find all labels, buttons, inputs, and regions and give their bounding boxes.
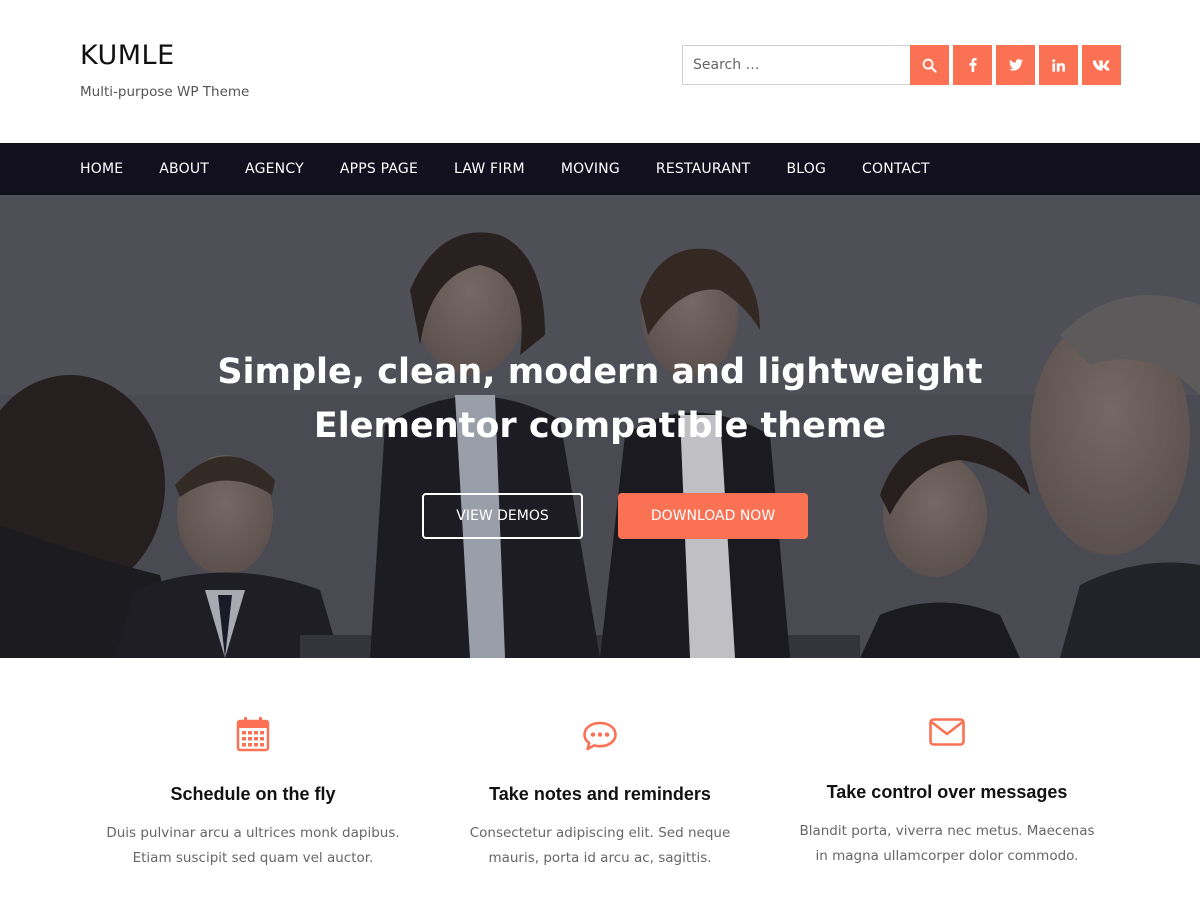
- feature-text: Blandit porta, viverra nec metus. Maecen…: [767, 819, 1127, 869]
- feature-text-line1: Blandit porta, viverra nec metus. Maecen…: [799, 823, 1095, 839]
- nav-item-apps-page[interactable]: APPS PAGE: [340, 161, 418, 177]
- feature-text-line1: Duis pulvinar arcu a ultrices monk dapib…: [106, 825, 400, 841]
- feature-text-line2: mauris, porta id arcu ac, sagittis.: [488, 850, 712, 866]
- linkedin-icon: [1052, 58, 1065, 72]
- nav-item-about[interactable]: ABOUT: [159, 161, 209, 177]
- nav-item-home[interactable]: HOME: [80, 161, 123, 177]
- facebook-icon: [969, 58, 977, 72]
- chat-bubble-icon: [583, 721, 617, 751]
- nav-item-moving[interactable]: MOVING: [561, 161, 620, 177]
- hero-headline-line2: Elementor compatible theme: [313, 406, 887, 446]
- nav-list: HOME ABOUT AGENCY APPS PAGE LAW FIRM MOV…: [80, 143, 966, 195]
- feature-title: Take notes and reminders: [489, 784, 711, 804]
- features-section: Schedule on the fly Duis pulvinar arcu a…: [0, 658, 1200, 900]
- nav-item-blog[interactable]: BLOG: [786, 161, 826, 177]
- vk-link[interactable]: [1082, 45, 1121, 85]
- facebook-link[interactable]: [953, 45, 992, 85]
- brand: KUMLE Multi-purpose WP Theme: [80, 40, 249, 100]
- calendar-icon: [236, 717, 270, 752]
- view-demos-button[interactable]: VIEW DEMOS: [422, 493, 583, 539]
- twitter-icon: [1008, 59, 1023, 71]
- hero-headline: Simple, clean, modern and lightweight El…: [0, 345, 1200, 453]
- feature-text-line2: Etiam suscipit sed quam vel auctor.: [132, 850, 374, 866]
- feature-title: Schedule on the fly: [170, 784, 336, 804]
- header-tools: [682, 45, 1121, 85]
- main-nav: HOME ABOUT AGENCY APPS PAGE LAW FIRM MOV…: [0, 143, 1200, 195]
- site-title[interactable]: KUMLE: [80, 40, 249, 72]
- search-input[interactable]: [682, 45, 910, 85]
- nav-item-agency[interactable]: AGENCY: [245, 161, 304, 177]
- feature-text-line1: Consectetur adipiscing elit. Sed neque: [469, 825, 731, 841]
- feature-text: Consectetur adipiscing elit. Sed neque m…: [420, 821, 780, 871]
- vk-icon: [1093, 60, 1110, 70]
- search-icon: [922, 58, 937, 73]
- feature-text: Duis pulvinar arcu a ultrices monk dapib…: [73, 821, 433, 871]
- feature-text-line2: in magna ullamcorper dolor commodo.: [815, 848, 1079, 864]
- envelope-icon: [929, 718, 965, 746]
- linkedin-link[interactable]: [1039, 45, 1078, 85]
- nav-item-law-firm[interactable]: LAW FIRM: [454, 161, 525, 177]
- site-header: KUMLE Multi-purpose WP Theme: [0, 0, 1200, 143]
- download-now-button[interactable]: DOWNLOAD NOW: [618, 493, 808, 539]
- hero-buttons: VIEW DEMOS DOWNLOAD NOW: [422, 493, 808, 539]
- nav-item-restaurant[interactable]: RESTAURANT: [656, 161, 751, 177]
- twitter-link[interactable]: [996, 45, 1035, 85]
- search-button[interactable]: [910, 45, 949, 85]
- nav-item-contact[interactable]: CONTACT: [862, 161, 930, 177]
- hero-banner: Simple, clean, modern and lightweight El…: [0, 195, 1200, 658]
- site-tagline: Multi-purpose WP Theme: [80, 84, 250, 100]
- feature-title: Take control over messages: [826, 782, 1068, 802]
- hero-headline-line1: Simple, clean, modern and lightweight: [217, 352, 983, 392]
